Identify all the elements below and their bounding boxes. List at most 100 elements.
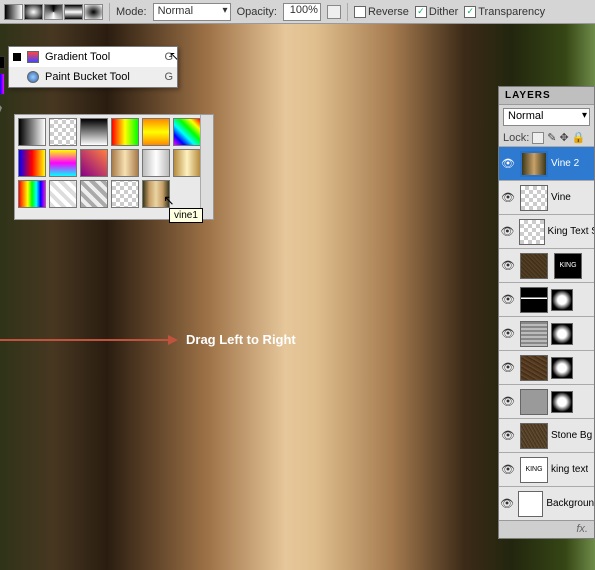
layer-mask-thumbnail[interactable] bbox=[551, 391, 573, 413]
gradient-swatch[interactable] bbox=[49, 118, 77, 146]
layers-tab[interactable]: LAYERS bbox=[499, 87, 594, 105]
gradient-swatch[interactable] bbox=[18, 149, 46, 177]
layer-row[interactable]: 👁 bbox=[499, 316, 594, 350]
layer-thumbnail[interactable] bbox=[520, 355, 548, 381]
layer-row[interactable]: 👁 bbox=[499, 282, 594, 316]
gradient-swatch[interactable] bbox=[49, 180, 77, 208]
layer-thumbnail[interactable] bbox=[520, 389, 548, 415]
layer-name[interactable]: Vine bbox=[551, 192, 571, 203]
layer-row[interactable]: 👁 Vine bbox=[499, 180, 594, 214]
layer-thumbnail[interactable] bbox=[520, 423, 548, 449]
gradient-preview-swatch[interactable] bbox=[0, 73, 5, 95]
gradient-swatch[interactable] bbox=[80, 149, 108, 177]
annotation-text: Drag Left to Right bbox=[186, 332, 296, 347]
tool-label: Paint Bucket Tool bbox=[45, 71, 130, 83]
fg-bg-swap[interactable] bbox=[0, 47, 5, 69]
layer-list: 👁Vine 2👁Vine👁King Text S👁KING👁👁👁👁👁Stone … bbox=[499, 146, 594, 520]
layer-row[interactable]: 👁 Stone Bg bbox=[499, 418, 594, 452]
opacity-stepper[interactable] bbox=[327, 5, 341, 19]
layer-thumbnail[interactable] bbox=[520, 287, 548, 313]
layer-name[interactable]: Vine 2 bbox=[551, 158, 579, 169]
visibility-eye-icon[interactable]: 👁 bbox=[499, 497, 515, 510]
layer-mask-thumbnail[interactable] bbox=[551, 323, 573, 345]
gradient-swatch[interactable] bbox=[18, 118, 46, 146]
dither-checkbox[interactable]: ✓Dither bbox=[415, 6, 458, 18]
gradient-swatch[interactable] bbox=[142, 118, 170, 146]
tool-shortcut: G bbox=[164, 71, 173, 83]
gradient-swatch[interactable] bbox=[111, 180, 139, 208]
visibility-eye-icon[interactable]: 👁 bbox=[499, 225, 516, 238]
transparency-checkbox[interactable]: ✓Transparency bbox=[464, 6, 545, 18]
gradient-swatch[interactable] bbox=[111, 149, 139, 177]
blend-mode-select[interactable]: Normal bbox=[503, 108, 590, 126]
layer-row[interactable]: 👁 KING bbox=[499, 248, 594, 282]
layer-thumbnail[interactable] bbox=[520, 253, 548, 279]
visibility-eye-icon[interactable]: 👁 bbox=[499, 429, 517, 442]
layer-thumbnail[interactable]: KING bbox=[520, 457, 548, 483]
visibility-eye-icon[interactable]: 👁 bbox=[499, 463, 517, 476]
layer-row[interactable]: 👁 bbox=[499, 350, 594, 384]
paint-bucket-tool-item[interactable]: Paint Bucket Tool G bbox=[9, 67, 177, 87]
linear-gradient-icon[interactable] bbox=[4, 4, 23, 20]
lock-brush-icon[interactable]: ✎ bbox=[547, 131, 556, 144]
layer-thumbnail[interactable] bbox=[520, 151, 548, 177]
lock-label: Lock: bbox=[503, 132, 529, 144]
lock-move-icon[interactable]: ✥ bbox=[560, 131, 569, 144]
visibility-eye-icon[interactable]: 👁 bbox=[499, 157, 517, 170]
gradient-swatch[interactable] bbox=[111, 118, 139, 146]
gradient-picker: ↖ vine1 bbox=[14, 114, 214, 220]
gradient-tool-icon bbox=[27, 51, 39, 63]
diamond-gradient-icon[interactable] bbox=[84, 4, 103, 20]
layer-row[interactable]: 👁KINGking text bbox=[499, 452, 594, 486]
paint-bucket-icon bbox=[27, 71, 39, 83]
lock-transparency-icon[interactable] bbox=[532, 132, 544, 144]
layer-mask-thumbnail[interactable]: KING bbox=[554, 253, 582, 279]
layer-name[interactable]: King Text S bbox=[548, 226, 594, 237]
gradient-swatch[interactable] bbox=[49, 149, 77, 177]
gradient-swatch[interactable] bbox=[80, 118, 108, 146]
radial-gradient-icon[interactable] bbox=[24, 4, 43, 20]
visibility-eye-icon[interactable]: 👁 bbox=[499, 191, 517, 204]
layers-panel: LAYERS Normal Lock: ✎ ✥ 🔒 👁Vine 2👁Vine👁K… bbox=[498, 86, 595, 539]
layer-row[interactable]: 👁 Background bbox=[499, 486, 594, 520]
gradient-tooltip: vine1 bbox=[169, 208, 203, 223]
opacity-label: Opacity: bbox=[237, 6, 277, 18]
gradient-type-buttons bbox=[4, 4, 103, 20]
gradient-swatch[interactable] bbox=[173, 149, 201, 177]
layer-name[interactable]: Stone Bg bbox=[551, 430, 592, 441]
mode-select[interactable]: Normal bbox=[153, 3, 231, 21]
eyedropper-icon[interactable] bbox=[0, 97, 2, 115]
visibility-eye-icon[interactable]: 👁 bbox=[499, 259, 517, 272]
layer-mask-thumbnail[interactable] bbox=[551, 357, 573, 379]
layer-thumbnail[interactable] bbox=[520, 185, 548, 211]
layer-thumbnail[interactable] bbox=[518, 491, 543, 517]
gradient-swatch[interactable] bbox=[80, 180, 108, 208]
layer-row[interactable]: 👁 bbox=[499, 384, 594, 418]
layer-name[interactable]: king text bbox=[551, 464, 588, 475]
layer-thumbnail[interactable] bbox=[520, 321, 548, 347]
layers-footer: fx. bbox=[499, 520, 594, 538]
bullet-icon bbox=[13, 53, 21, 61]
cursor-icon: ↖ bbox=[163, 192, 175, 209]
reflected-gradient-icon[interactable] bbox=[64, 4, 83, 20]
visibility-eye-icon[interactable]: 👁 bbox=[499, 361, 517, 374]
angle-gradient-icon[interactable] bbox=[44, 4, 63, 20]
arrow-icon bbox=[0, 339, 170, 341]
visibility-eye-icon[interactable]: 👁 bbox=[499, 293, 517, 306]
gradient-tool-item[interactable]: Gradient Tool G bbox=[9, 47, 177, 67]
annotation-arrow: Drag Left to Right bbox=[0, 332, 296, 347]
layer-row[interactable]: 👁 King Text S bbox=[499, 214, 594, 248]
reverse-checkbox[interactable]: Reverse bbox=[354, 6, 409, 18]
opacity-input[interactable]: 100% bbox=[283, 3, 321, 21]
layer-row[interactable]: 👁 Vine 2 bbox=[499, 146, 594, 180]
layer-thumbnail[interactable] bbox=[519, 219, 545, 245]
layer-mask-thumbnail[interactable] bbox=[551, 289, 573, 311]
layer-name[interactable]: Background bbox=[546, 498, 594, 509]
gradient-swatch[interactable] bbox=[173, 118, 201, 146]
gradient-swatch[interactable] bbox=[18, 180, 46, 208]
separator bbox=[347, 3, 348, 21]
visibility-eye-icon[interactable]: 👁 bbox=[499, 395, 517, 408]
visibility-eye-icon[interactable]: 👁 bbox=[499, 327, 517, 340]
lock-all-icon[interactable]: 🔒 bbox=[572, 131, 586, 144]
gradient-swatch[interactable] bbox=[142, 149, 170, 177]
